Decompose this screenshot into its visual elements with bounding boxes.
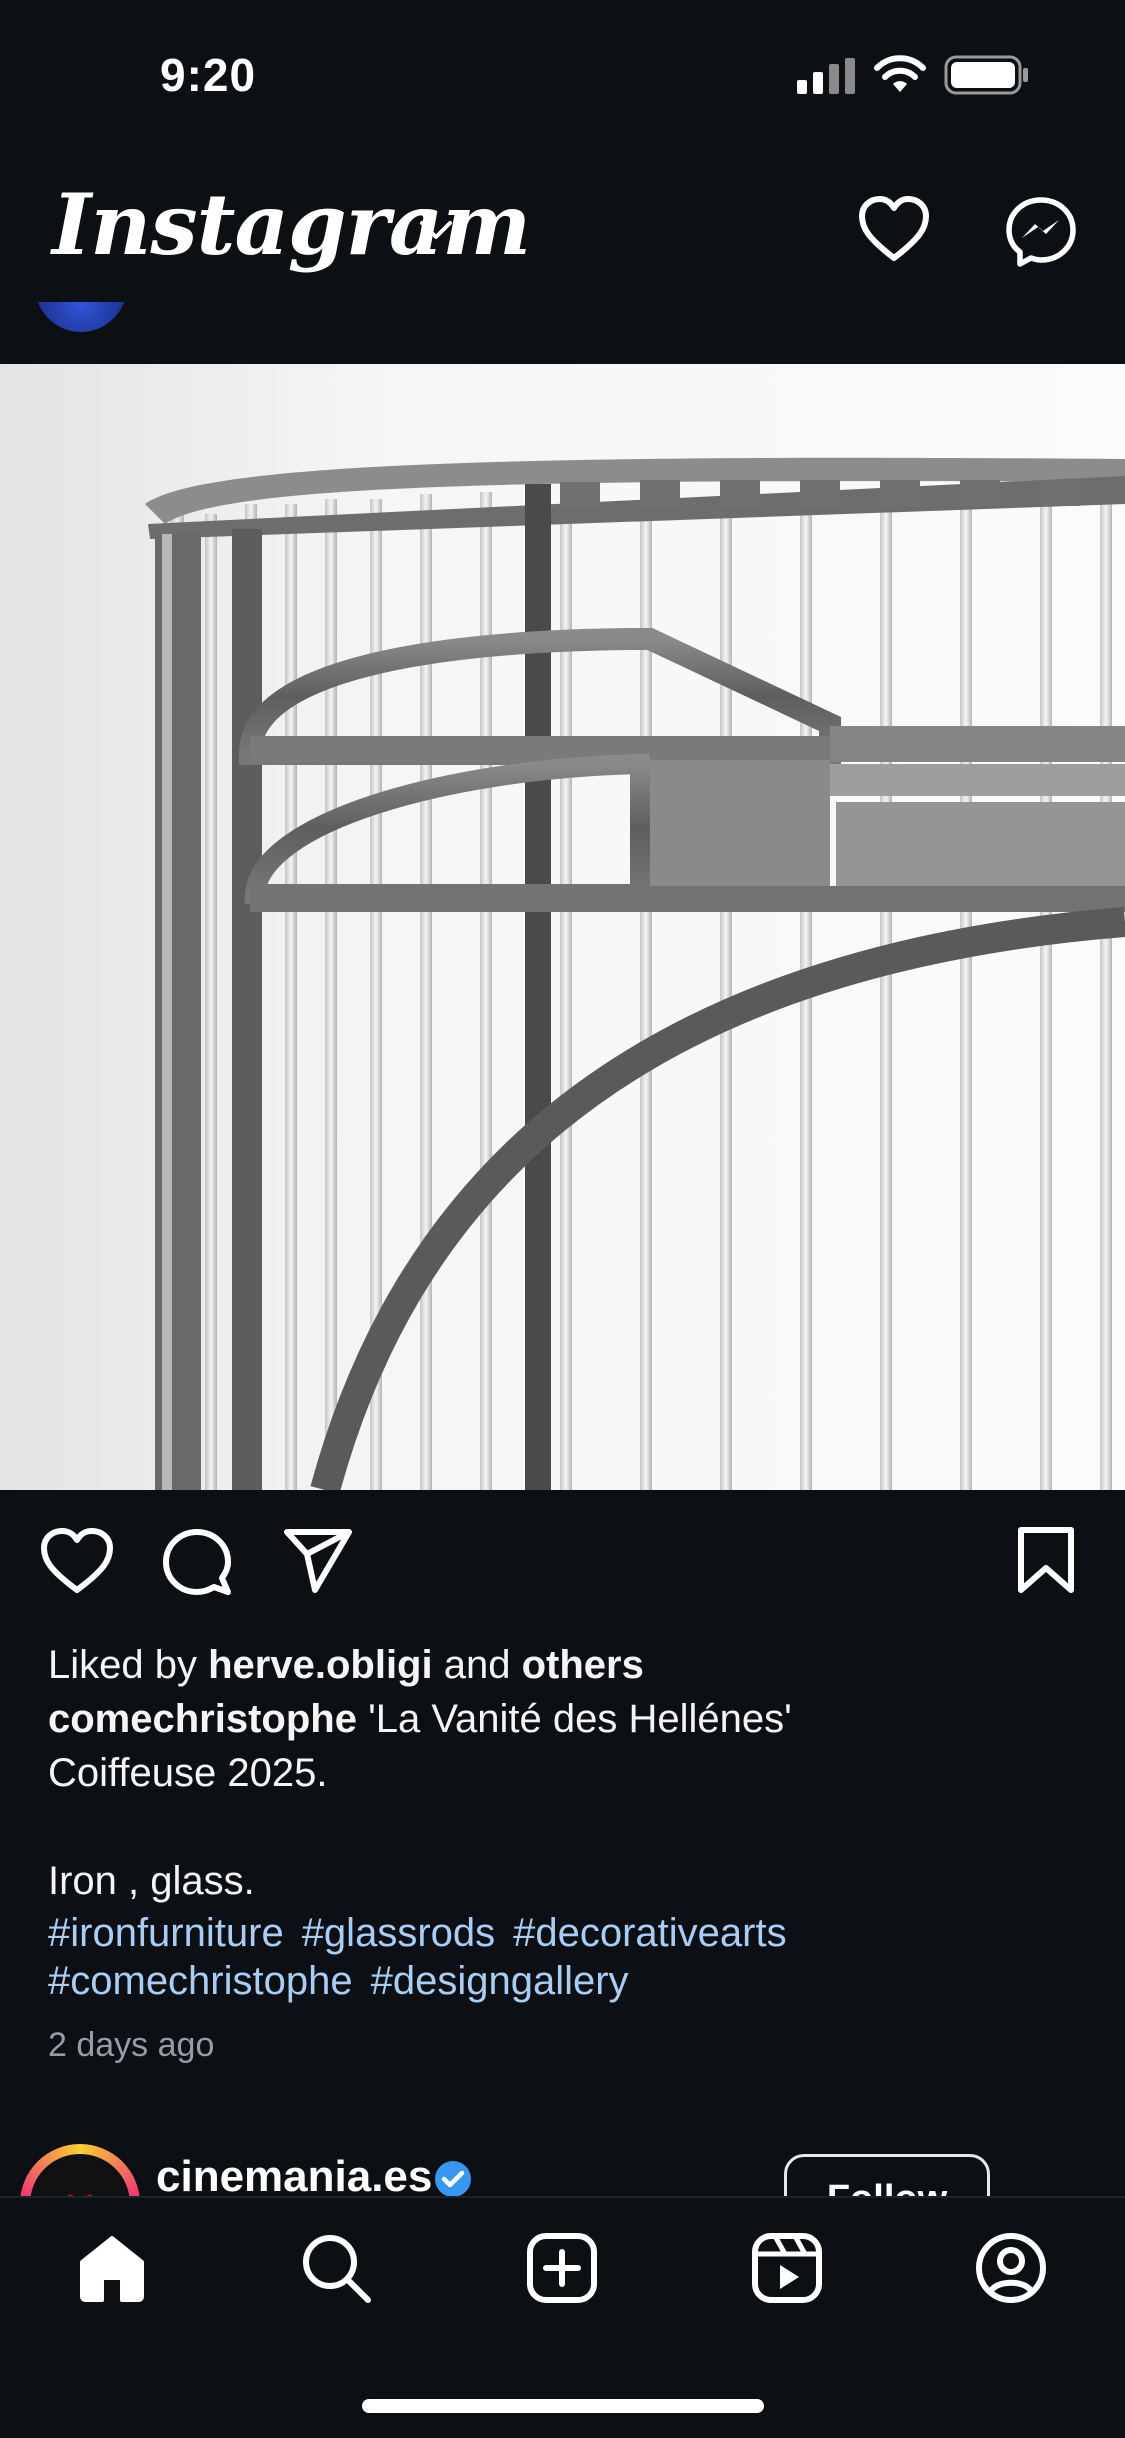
caption-username[interactable]: comechristophe <box>48 1697 357 1741</box>
profile-icon[interactable] <box>975 2232 1047 2304</box>
caption-line: Coiffeuse 2025. <box>48 1751 328 1795</box>
avatar[interactable] <box>35 302 127 332</box>
verified-icon <box>435 2161 471 2197</box>
signal-icon <box>797 58 855 94</box>
hashtag-link[interactable]: #designgallery <box>371 1959 629 2003</box>
likes-text[interactable]: Liked by herve.obligi and others <box>48 1638 644 1692</box>
post-image[interactable] <box>0 364 1125 1490</box>
status-time: 9:20 <box>160 49 257 101</box>
post-timestamp: 2 days ago <box>48 2026 215 2064</box>
messenger-icon[interactable] <box>1005 196 1077 268</box>
share-icon[interactable] <box>283 1528 353 1594</box>
bookmark-icon[interactable] <box>1015 1526 1077 1596</box>
previous-post-strip <box>0 302 1125 364</box>
hashtag-link[interactable]: #comechristophe <box>48 1959 353 2003</box>
vanity-table-illustration <box>0 364 1125 1490</box>
battery-icon <box>944 55 1028 95</box>
caption-line: comechristophe 'La Vanité des Hellénes' <box>48 1692 792 1746</box>
search-icon[interactable] <box>300 2232 372 2304</box>
reels-icon[interactable] <box>751 2232 823 2304</box>
chevron-down-icon[interactable] <box>418 218 454 242</box>
hashtag-link[interactable]: #decorativearts <box>513 1911 786 1955</box>
hashtags-row: #comechristophe #designgallery <box>48 1956 647 2006</box>
wifi-icon <box>874 55 926 92</box>
hashtag-link[interactable]: #glassrods <box>302 1911 495 1955</box>
home-icon[interactable] <box>76 2232 148 2304</box>
liked-by-user[interactable]: herve.obligi <box>208 1643 433 1687</box>
home-indicator <box>362 2399 764 2413</box>
likes-middle: and <box>432 1643 522 1687</box>
next-post-username[interactable]: cinemania.es <box>156 2152 432 2202</box>
caption-text: 'La Vanité des Hellénes' <box>356 1697 792 1741</box>
heart-icon[interactable] <box>858 196 930 264</box>
create-icon[interactable] <box>526 2232 598 2304</box>
hashtag-link[interactable]: #ironfurniture <box>48 1911 284 1955</box>
hashtags-row: #ironfurniture #glassrods #decorativearts <box>48 1908 805 1958</box>
likes-prefix: Liked by <box>48 1643 209 1687</box>
caption-line: Iron , glass. <box>48 1859 255 1903</box>
like-icon[interactable] <box>40 1528 114 1596</box>
likes-others[interactable]: others <box>522 1643 644 1687</box>
instagram-logo[interactable]: Instagram <box>52 175 531 274</box>
comment-icon[interactable] <box>162 1528 232 1598</box>
